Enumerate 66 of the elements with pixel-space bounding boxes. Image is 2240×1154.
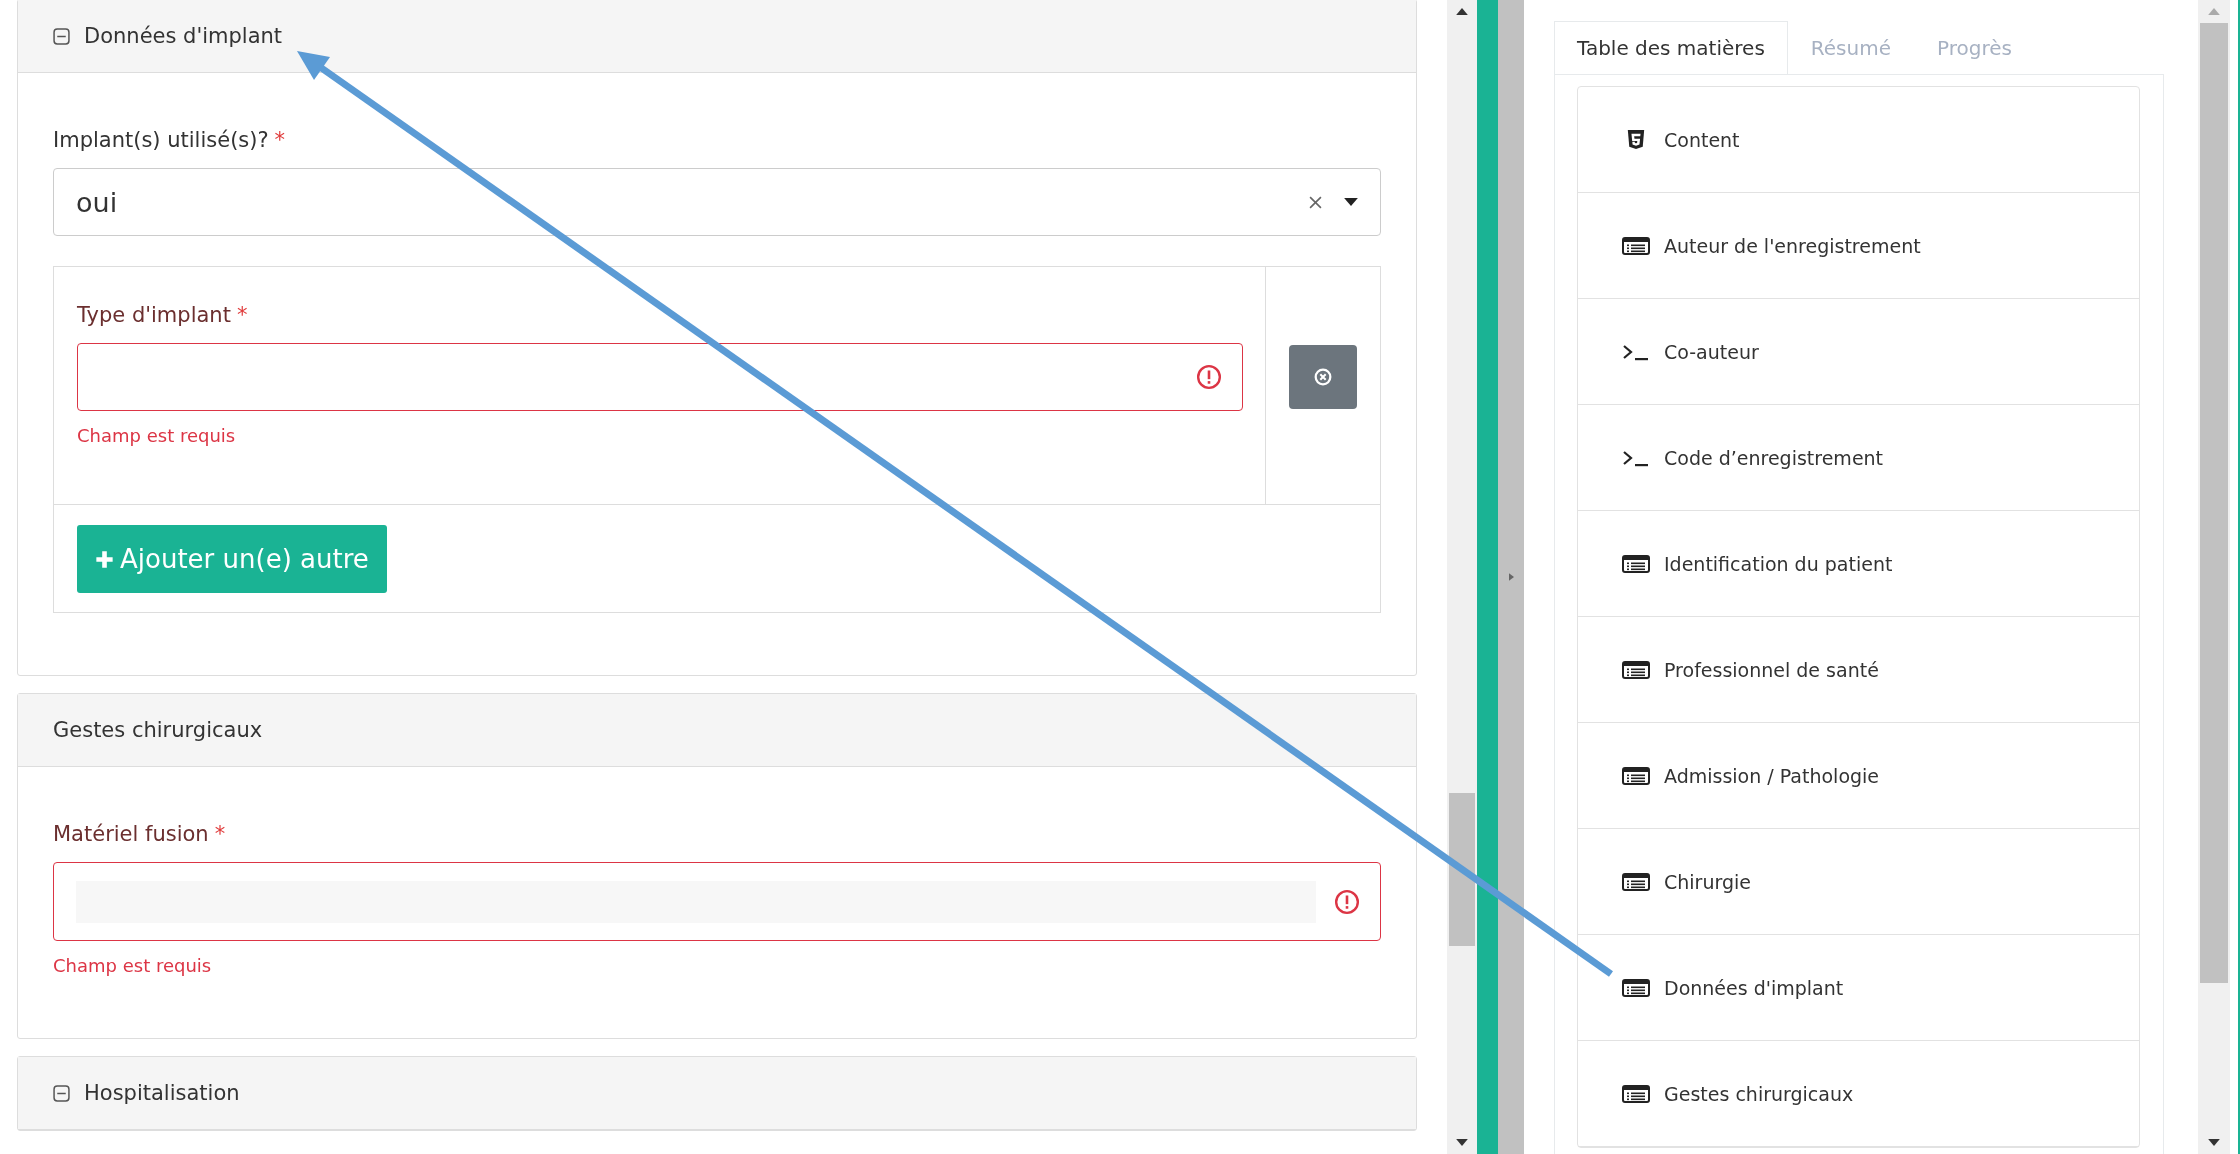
select-field[interactable]: oui	[53, 168, 1381, 236]
toc-label: Co-auteur	[1664, 340, 1759, 363]
toc-label: Professionnel de santé	[1664, 658, 1879, 681]
remove-icon	[1314, 368, 1332, 386]
required-asterisk: *	[214, 822, 226, 846]
error-icon	[1334, 888, 1360, 915]
scroll-up-icon[interactable]	[1456, 8, 1468, 15]
tab[interactable]: Table des matières	[1554, 21, 1788, 75]
toc-label: Auteur de l'enregistrement	[1664, 234, 1921, 257]
error-icon	[1196, 364, 1222, 390]
toc-label: Code d’enregistrement	[1664, 446, 1884, 469]
section-title: Gestes chirurgicaux	[53, 718, 263, 742]
required-asterisk: *	[274, 128, 286, 152]
toc-label: Chirurgie	[1664, 870, 1751, 893]
toc-item[interactable]: Professionnel de santé	[1578, 617, 2139, 723]
list-card-icon	[1622, 1084, 1650, 1103]
scroll-thumb[interactable]	[1449, 793, 1475, 946]
toc-label: Identification du patient	[1664, 552, 1893, 575]
remove-button[interactable]	[1289, 345, 1357, 409]
list-card-icon	[1622, 554, 1650, 573]
scroll-down-icon[interactable]	[1456, 1139, 1468, 1146]
collapse-icon[interactable]	[53, 27, 70, 45]
section-header[interactable]: Gestes chirurgicaux	[18, 694, 1416, 767]
error-message: Champ est requis	[77, 425, 237, 446]
error-message: Champ est requis	[53, 955, 213, 976]
toc-item[interactable]: Content	[1578, 87, 2139, 193]
list-card-icon	[1622, 660, 1650, 679]
toc-item[interactable]: Admission / Pathologie	[1578, 723, 2139, 829]
toc-item[interactable]: Gestes chirurgicaux	[1578, 1041, 2139, 1147]
section-header[interactable]: Hospitalisation	[18, 1057, 1416, 1130]
section-title: Données d'implant	[84, 24, 283, 48]
terminal-icon	[1622, 448, 1650, 467]
field-label: Type d'implant *	[77, 303, 249, 327]
list-card-icon	[1622, 236, 1650, 255]
section-header[interactable]: Données d'implant	[18, 0, 1416, 73]
section-title: Hospitalisation	[84, 1081, 240, 1105]
scrollbar[interactable]	[1447, 0, 1477, 1154]
clear-icon[interactable]	[1309, 195, 1322, 209]
toc-item[interactable]: Identification du patient	[1578, 511, 2139, 617]
toc-item[interactable]: Données d'implant	[1578, 935, 2139, 1041]
select-value: oui	[76, 186, 119, 218]
toc-item[interactable]: Code d’enregistrement	[1578, 405, 2139, 511]
toc-label: Content	[1664, 128, 1740, 151]
toc-label: Données d'implant	[1664, 976, 1844, 999]
toc-label: Gestes chirurgicaux	[1664, 1082, 1854, 1105]
splitter-handle[interactable]	[1498, 0, 1524, 1154]
field-label: Implant(s) utilisé(s)? *	[53, 128, 287, 152]
terminal-icon	[1622, 342, 1650, 361]
text-field[interactable]	[77, 343, 1243, 411]
toc-item[interactable]: Chirurgie	[1578, 829, 2139, 935]
expand-icon[interactable]	[1508, 573, 1514, 581]
scroll-down-icon[interactable]	[2208, 1139, 2220, 1146]
list-card-icon	[1622, 978, 1650, 997]
toc-label: Admission / Pathologie	[1664, 764, 1880, 787]
scroll-thumb[interactable]	[2200, 23, 2228, 983]
plus-icon	[95, 549, 114, 569]
toc-item[interactable]: Auteur de l'enregistrement	[1578, 193, 2139, 299]
collapse-icon[interactable]	[53, 1084, 70, 1102]
required-asterisk: *	[236, 303, 248, 327]
list-card-icon	[1622, 872, 1650, 891]
text-field[interactable]	[53, 862, 1381, 941]
scrollbar[interactable]	[2198, 0, 2230, 1154]
field-label: Matériel fusion *	[53, 822, 227, 846]
list-card-icon	[1622, 766, 1650, 785]
toc-item[interactable]: Co-auteur	[1578, 299, 2139, 405]
caret-icon[interactable]	[1344, 198, 1358, 206]
